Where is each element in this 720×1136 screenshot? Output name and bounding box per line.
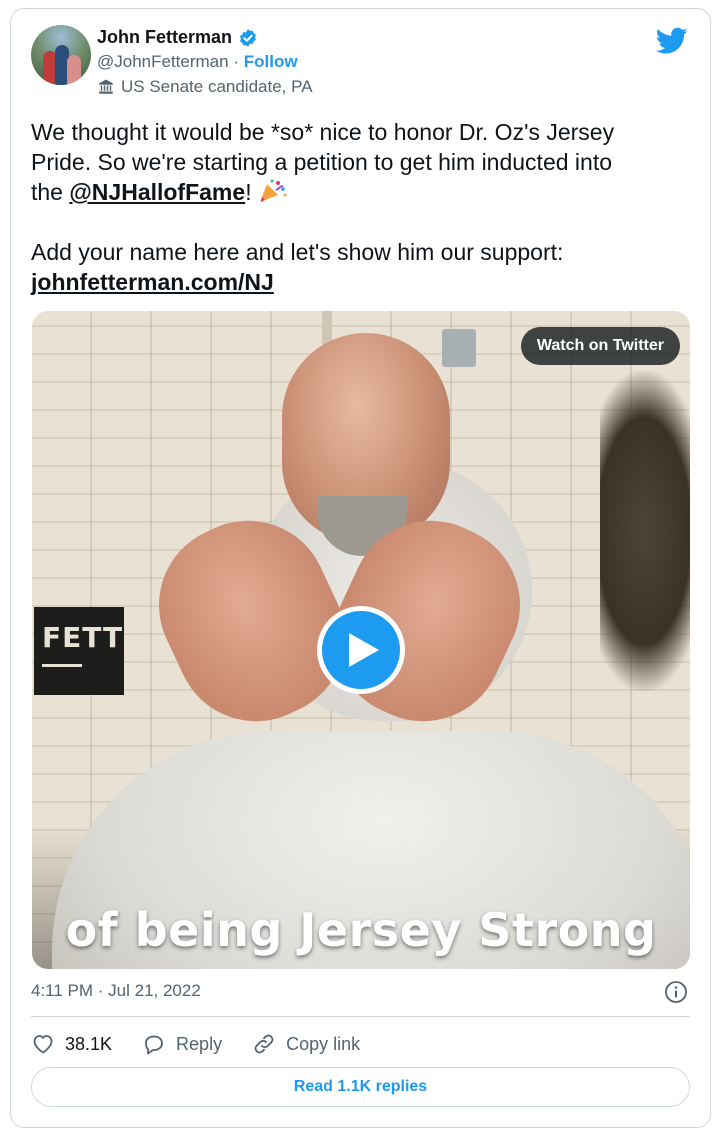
reply-button[interactable]: Reply (142, 1032, 222, 1056)
tweet-card: John Fetterman @JohnFetterman · Follow U… (10, 8, 711, 1128)
campaign-sign: FETT (34, 607, 124, 695)
tweet-line-2: Pride. So we're starting a petition to g… (31, 149, 612, 175)
info-icon[interactable] (664, 980, 688, 1004)
tweet-line-3: the @NJHallofFame! (31, 177, 691, 207)
tweet-text: We thought it would be *so* nice to hono… (31, 117, 691, 297)
tweet-line-1: We thought it would be *so* nice to hono… (31, 119, 615, 145)
twitter-bird-icon[interactable] (656, 27, 688, 55)
follow-button[interactable]: Follow (244, 52, 298, 71)
play-icon (349, 633, 379, 667)
footer-divider (31, 1016, 690, 1017)
account-label-text: US Senate candidate, PA (121, 77, 313, 96)
author-handle[interactable]: @JohnFetterman (97, 52, 229, 71)
handle-line: @JohnFetterman · Follow (97, 52, 298, 72)
video-caption: of being Jersey Strong (65, 903, 657, 957)
reply-label: Reply (176, 1033, 223, 1054)
play-button[interactable] (317, 606, 405, 694)
verified-badge-icon (240, 28, 256, 47)
reply-bubble-icon (145, 1035, 163, 1055)
heart-icon (33, 1035, 53, 1054)
mention-link[interactable]: @NJHallofFame (69, 179, 245, 205)
background-plant (600, 371, 690, 691)
campaign-sign-text: FETT (42, 621, 124, 654)
watch-on-twitter-button[interactable]: Watch on Twitter (520, 327, 680, 365)
wall-outlet (442, 329, 476, 367)
tweet-line-4: Add your name here and let's show him ou… (31, 239, 564, 265)
petition-link[interactable]: johnfetterman.com/NJ (31, 267, 691, 297)
like-button[interactable]: 38.1K (31, 1032, 112, 1056)
campaign-sign-dash (42, 664, 82, 667)
tweet-timestamp[interactable]: 4:11 PM · Jul 21, 2022 (31, 981, 201, 1001)
account-label: US Senate candidate, PA (97, 77, 313, 97)
tweet-line-3-prefix: the (31, 179, 70, 205)
party-popper-icon (259, 179, 287, 202)
likes-count: 38.1K (65, 1033, 113, 1054)
author-avatar[interactable] (31, 25, 91, 85)
tweet-line-3-suffix: ! (245, 179, 258, 205)
copy-link-label: Copy link (286, 1033, 361, 1054)
tweet-actions: 38.1K Reply Copy link (31, 1029, 360, 1059)
author-name[interactable]: John Fetterman (97, 27, 232, 48)
video-player[interactable]: FETT Watch on Twitter of being Jersey St… (32, 311, 690, 969)
link-icon (254, 1034, 274, 1054)
author-name-row[interactable]: John Fetterman (97, 27, 258, 48)
handle-separator: · (233, 52, 239, 71)
copy-link-button[interactable]: Copy link (252, 1032, 360, 1056)
tweet-paragraph-gap (31, 207, 691, 237)
government-building-icon (99, 79, 113, 94)
read-replies-button[interactable]: Read 1.1K replies (31, 1067, 690, 1107)
